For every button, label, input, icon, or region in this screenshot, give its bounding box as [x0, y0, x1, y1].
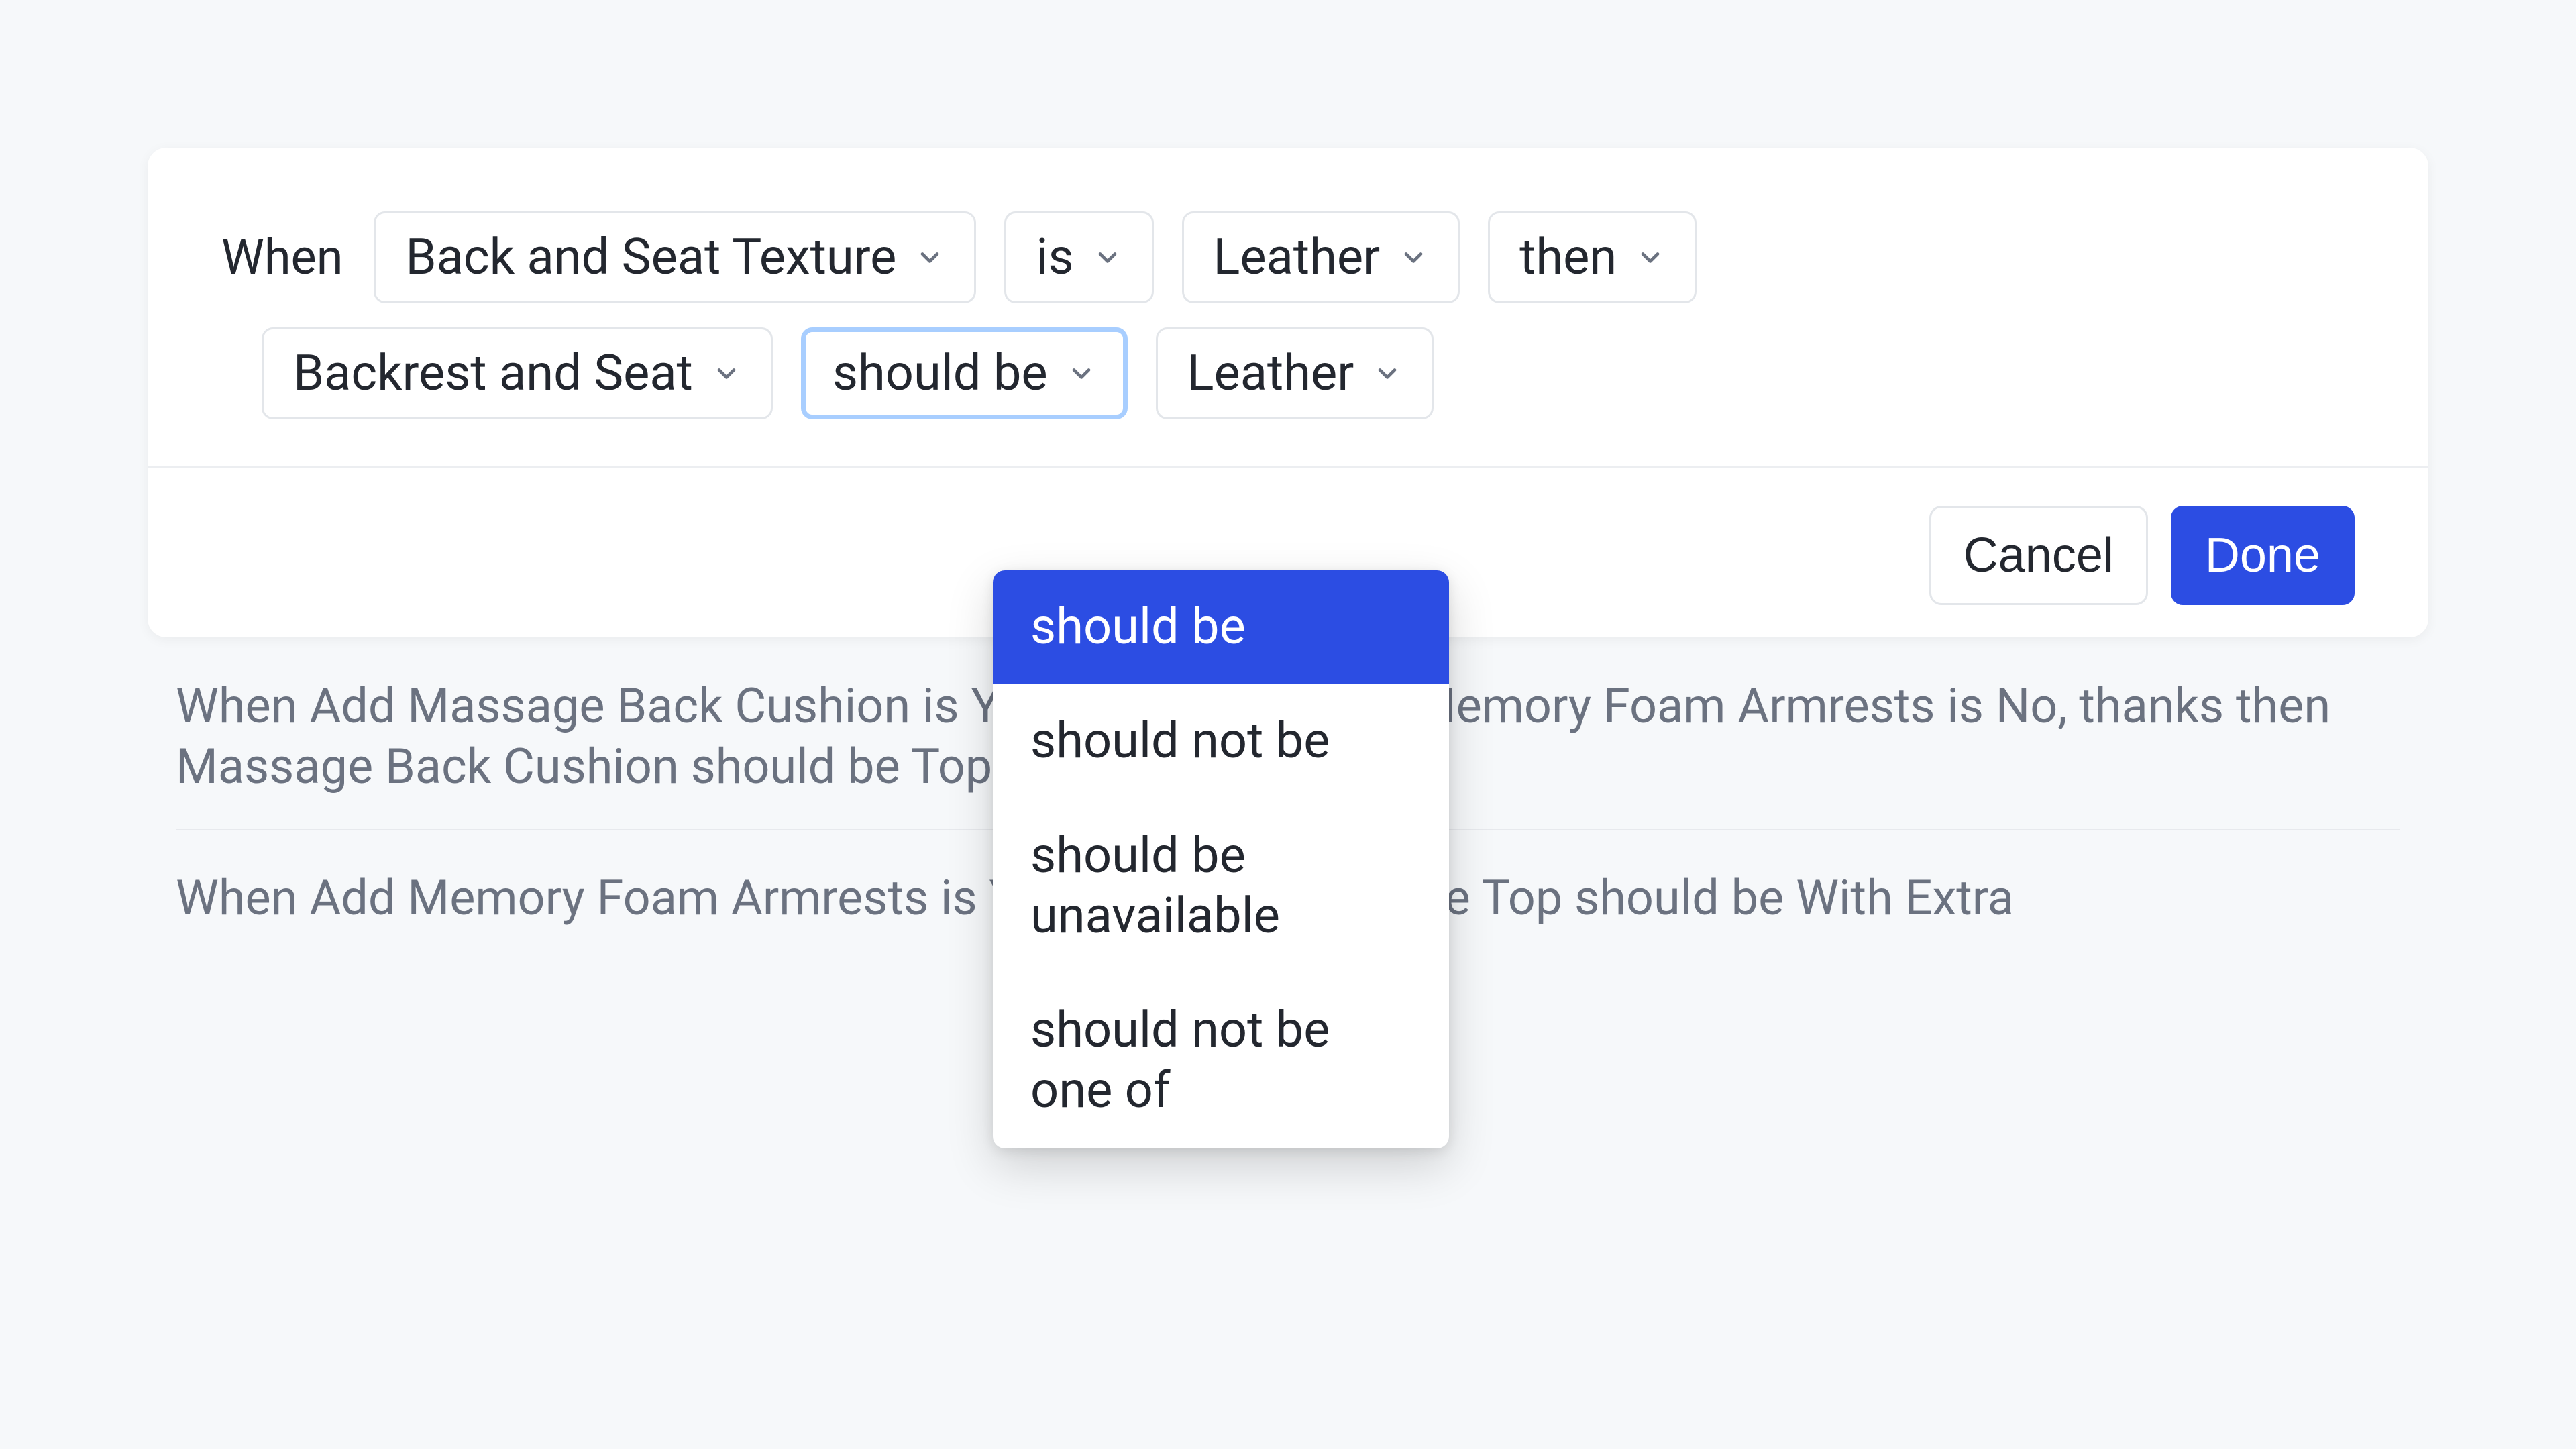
chevron-down-icon	[1067, 359, 1096, 388]
action-value-dropdown[interactable]: Leather	[1156, 327, 1434, 419]
chevron-down-icon	[1373, 359, 1402, 388]
chevron-down-icon	[1635, 243, 1665, 272]
then-dropdown[interactable]: then	[1488, 211, 1697, 303]
condition-field-label: Back and Seat Texture	[405, 228, 896, 286]
condition-value-label: Leather	[1214, 228, 1381, 286]
action-operator-dropdown[interactable]: should be	[801, 327, 1128, 419]
then-label: then	[1519, 228, 1617, 286]
chevron-down-icon	[1399, 243, 1428, 272]
chevron-down-icon	[712, 359, 741, 388]
rule-condition-row: When Back and Seat Texture is Leather	[221, 211, 2355, 466]
condition-field-dropdown[interactable]: Back and Seat Texture	[374, 211, 976, 303]
cancel-button[interactable]: Cancel	[1929, 506, 2148, 605]
chevron-down-icon	[1093, 243, 1122, 272]
chevron-down-icon	[915, 243, 945, 272]
when-label: When	[221, 229, 343, 286]
action-operator-label: should be	[833, 344, 1048, 402]
rule-editor-card: When Back and Seat Texture is Leather	[148, 148, 2428, 637]
condition-operator-dropdown[interactable]: is	[1004, 211, 1153, 303]
condition-operator-label: is	[1036, 228, 1073, 286]
done-button[interactable]: Done	[2171, 506, 2355, 605]
action-value-label: Leather	[1187, 344, 1354, 402]
dropdown-option[interactable]: should be	[993, 570, 1449, 684]
condition-value-dropdown[interactable]: Leather	[1182, 211, 1460, 303]
action-target-dropdown[interactable]: Backrest and Seat	[262, 327, 773, 419]
operator-dropdown-popup: should be should not be should be unavai…	[993, 570, 1449, 1148]
action-target-label: Backrest and Seat	[293, 344, 693, 402]
dropdown-option[interactable]: should not be	[993, 684, 1449, 798]
dropdown-option[interactable]: should not be one of	[993, 973, 1449, 1148]
dropdown-option[interactable]: should be unavailable	[993, 799, 1449, 974]
